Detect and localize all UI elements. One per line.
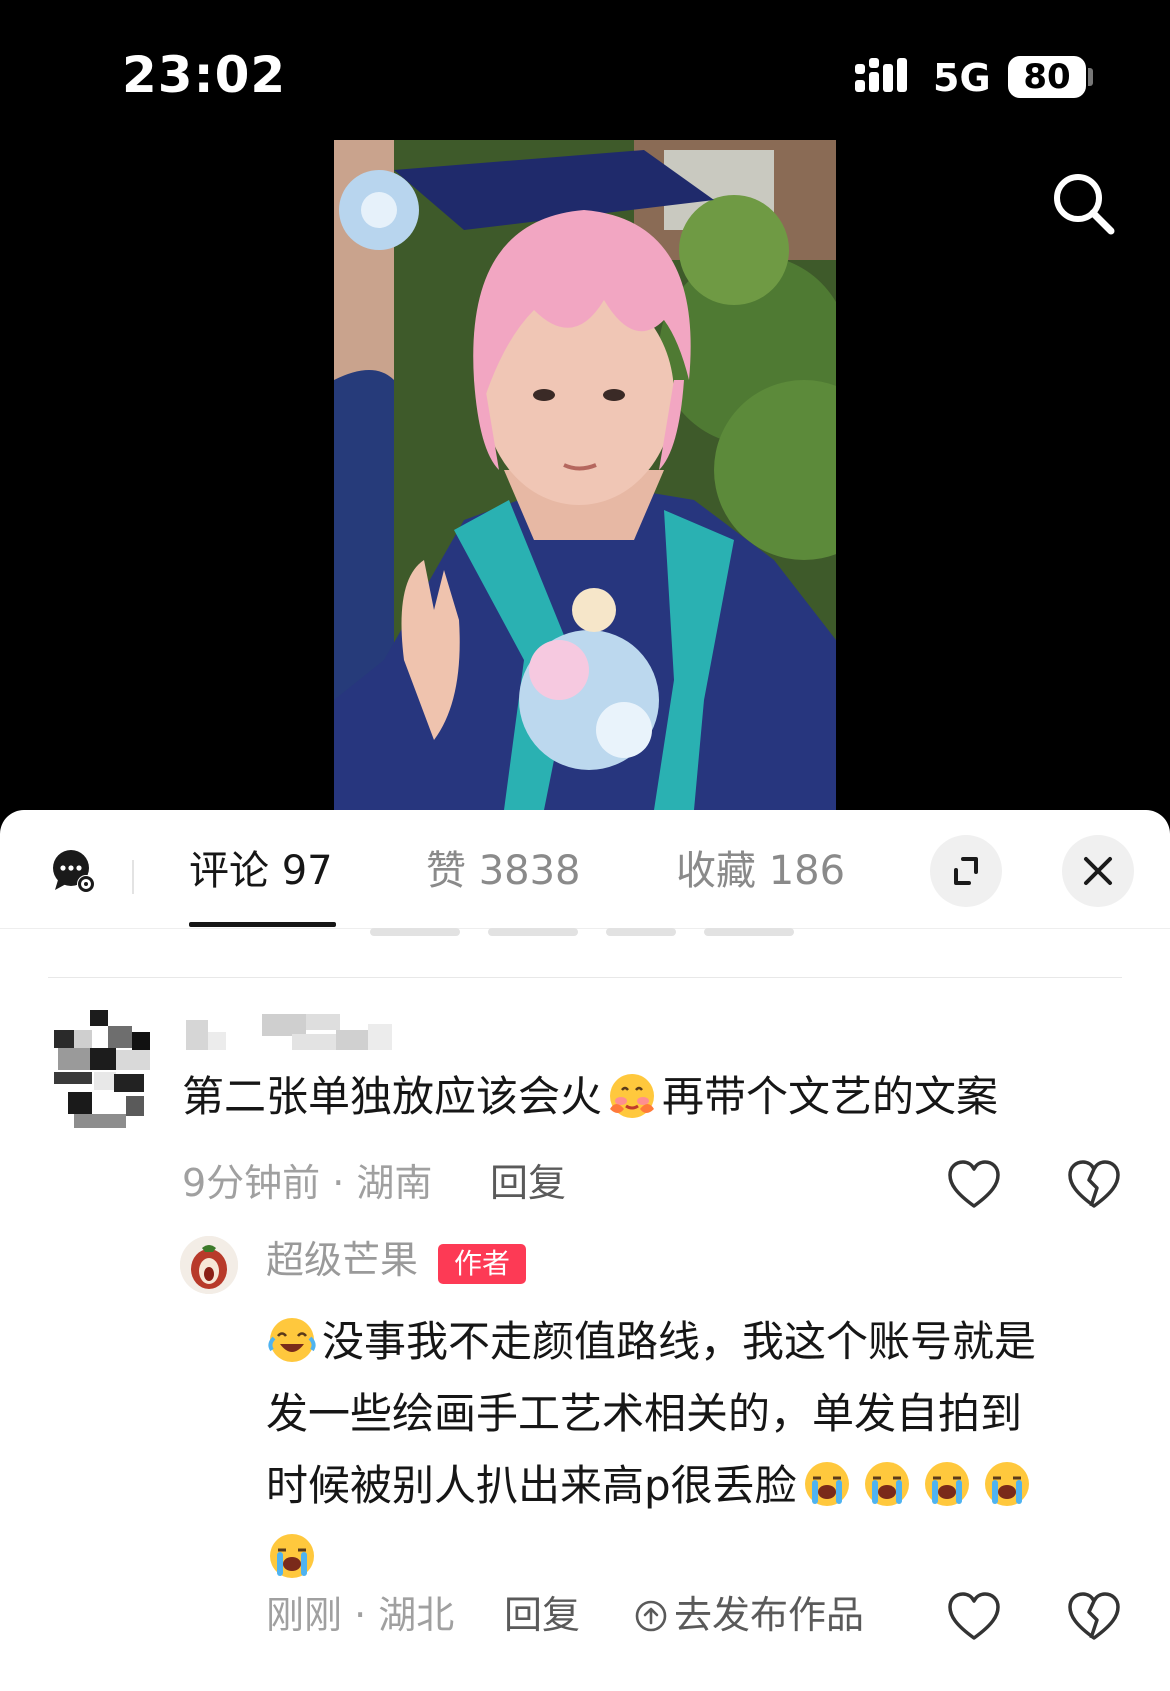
shy-emoji [610,1074,655,1118]
reply-reply-button[interactable]: 回复 [504,1590,580,1640]
author-avatar[interactable] [180,1236,238,1294]
expand-icon [954,857,978,885]
loud-cry-emoji [804,1462,849,1506]
loud-cry-emoji [984,1462,1029,1506]
status-time: 23:02 [122,46,287,104]
photo-illustration [334,140,836,810]
expand-button[interactable] [930,835,1002,907]
search-icon[interactable] [1048,168,1118,238]
comment-text-part2: 再带个文艺的文案 [662,1072,999,1121]
comments-sheet: 评论 97 赞 3838 收藏 186 第二张单独放应该会火 再带个文艺的文案 … [0,810,1170,1691]
comment-reply-button[interactable]: 回复 [490,1158,566,1208]
divider [48,977,1122,978]
reply-meta: 刚刚 · 湖北 [266,1593,455,1637]
commenter-avatar[interactable] [54,1010,150,1128]
heart-icon[interactable] [948,1160,1000,1210]
scrolled-content-remnant [370,928,870,948]
tab-divider [132,860,134,894]
battery-nub [1088,68,1093,86]
publish-work-label: 去发布作品 [674,1593,865,1637]
heart-icon[interactable] [948,1592,1000,1642]
broken-heart-icon[interactable] [1068,1160,1120,1210]
laugh-cry-emoji [268,1318,316,1362]
close-button[interactable] [1062,835,1134,907]
close-icon [1084,857,1112,885]
signal-icon [855,58,907,92]
tab-likes[interactable]: 赞 3838 [426,844,581,898]
loud-cry-emoji [270,1534,314,1578]
reply-line-2: 发一些绘画手工艺术相关的，单发自拍到 [266,1389,1023,1438]
loud-cry-emoji [924,1462,969,1506]
publish-work-button[interactable]: 去发布作品 [634,1590,864,1640]
comment-text-part1: 第二张单独放应该会火 [182,1072,603,1121]
tab-comments[interactable]: 评论 97 [189,844,333,898]
comment-text: 第二张单独放应该会火 再带个文艺的文案 [182,1068,998,1126]
loud-cry-emoji [864,1462,909,1506]
post-photo[interactable] [334,140,836,810]
battery-level: 80 [1008,56,1086,98]
reply-line-3: 时候被别人扒出来高p很丢脸 [266,1461,797,1510]
commenter-name-blurred[interactable] [186,1010,416,1056]
tab-favorites[interactable]: 收藏 186 [676,844,845,898]
broken-heart-icon[interactable] [1068,1592,1120,1642]
reply-text: 没事我不走颜值路线，我这个账号就是 发一些绘画手工艺术相关的，单发自拍到 时候被… [266,1306,1136,1594]
tab-active-indicator [189,922,336,927]
status-bar: 23:02 5G 80 [0,0,1170,150]
upload-circle-icon [635,1600,667,1632]
sheet-tab-bar: 评论 97 赞 3838 收藏 186 [0,810,1170,929]
network-type: 5G [933,56,991,100]
comment-meta: 9分钟前 · 湖南 [182,1161,433,1205]
author-badge: 作者 [438,1244,526,1284]
author-name[interactable]: 超级芒果 [266,1234,418,1286]
reply-line-1: 没事我不走颜值路线，我这个账号就是 [322,1317,1037,1366]
chat-settings-icon[interactable] [50,848,98,896]
mango-avatar-illustration [180,1236,238,1294]
